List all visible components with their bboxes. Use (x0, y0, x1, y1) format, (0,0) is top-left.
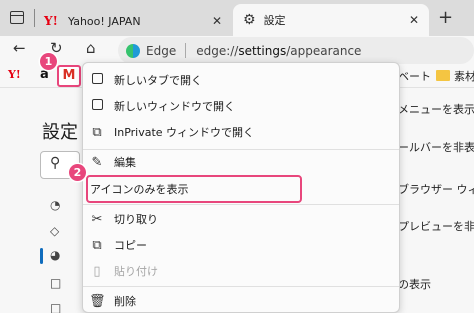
address-bar[interactable]: Edge edge://settings/appearance (118, 37, 474, 64)
setting-row-text: の表示 (398, 278, 431, 291)
favorite-folder-label[interactable]: 素材 (454, 68, 474, 84)
tab-divider (34, 9, 35, 27)
menu-item-show-icon-only[interactable]: アイコンのみを表示 (86, 175, 302, 203)
yahoo-favicon-icon: Y! (44, 14, 58, 28)
close-tab-icon[interactable]: ✕ (409, 13, 419, 27)
copy-icon: ⧉ (92, 237, 102, 253)
palette-icon[interactable]: ◕ (50, 248, 60, 262)
folder-icon[interactable] (436, 70, 450, 81)
menu-item-copy[interactable]: ⧉ コピー (83, 233, 399, 257)
sidebar-icon-profile[interactable]: ◔ (50, 198, 60, 212)
gear-icon: ⚙ (243, 12, 256, 28)
setting-row-text: メニューを表示 (398, 103, 474, 116)
step-badge-1: 1 (40, 53, 57, 70)
navigation-bar: ← ↻ ⌂ Edge edge://settings/appearance (0, 36, 474, 64)
tab-actions-icon[interactable] (10, 11, 24, 24)
menu-item-open-new-tab[interactable]: 新しいタブで開く (83, 68, 399, 92)
tab-strip: Y! Yahoo! JAPAN ✕ ⚙ 設定 ✕ + (0, 0, 474, 36)
address-brand: Edge (146, 43, 177, 58)
sidebar-icon-startup[interactable]: □ (50, 276, 61, 290)
sidebar-icon-privacy[interactable]: ◇ (50, 224, 59, 238)
setting-row-text: ブラウザー ウィン (398, 183, 474, 196)
new-window-icon (89, 98, 105, 114)
new-tab-button[interactable]: + (438, 7, 453, 28)
menu-item-open-new-window[interactable]: 新しいウィンドウで開く (83, 94, 399, 118)
address-url: edge://settings/appearance (196, 43, 362, 58)
menu-item-paste: ▯ 貼り付け (83, 259, 399, 283)
favorite-label-partial[interactable]: ベート (398, 68, 431, 84)
scissors-icon: ✂ (91, 211, 103, 227)
tab-settings[interactable]: ⚙ 設定 ✕ (233, 4, 429, 36)
home-button[interactable]: ⌂ (86, 39, 96, 57)
setting-row-text: ールバーを非表示 (398, 141, 474, 154)
close-tab-icon[interactable]: ✕ (212, 14, 222, 28)
menu-item-open-inprivate[interactable]: ⧉ InPrivate ウィンドウで開く (83, 120, 399, 144)
inprivate-window-icon: ⧉ (92, 124, 102, 140)
search-icon: ⚲ (50, 155, 61, 171)
tab-title: 設定 (263, 14, 286, 27)
paste-icon: ▯ (93, 263, 101, 279)
tab-title: Yahoo! JAPAN (68, 14, 141, 28)
tab-yahoo-japan[interactable]: Y! Yahoo! JAPAN ✕ (44, 6, 230, 36)
edge-logo-icon (126, 43, 140, 58)
sidebar-icon-newtab[interactable]: □ (50, 301, 61, 313)
favorite-context-menu: 新しいタブで開く 新しいウィンドウで開く ⧉ InPrivate ウィンドウで開… (82, 62, 400, 313)
menu-divider (83, 204, 399, 205)
pencil-icon: ✎ (91, 154, 103, 170)
back-button[interactable]: ← (13, 39, 26, 57)
new-tab-icon (89, 72, 105, 88)
page-title: 設定 (42, 122, 78, 143)
step-badge-2: 2 (69, 164, 86, 181)
setting-row-text: プレビューを非表 (398, 220, 474, 233)
gmail-favorite-icon[interactable]: M (57, 65, 81, 87)
trash-icon: 🗑 (89, 293, 106, 309)
menu-item-cut[interactable]: ✂ 切り取り (83, 207, 399, 231)
yahoo-favorite-icon[interactable]: Y! (8, 68, 21, 81)
sidebar-active-indicator (40, 248, 43, 264)
address-divider (185, 43, 187, 58)
menu-item-delete[interactable]: 🗑 削除 (83, 289, 399, 313)
menu-divider (83, 286, 399, 287)
menu-item-edit[interactable]: ✎ 編集 (83, 150, 399, 174)
